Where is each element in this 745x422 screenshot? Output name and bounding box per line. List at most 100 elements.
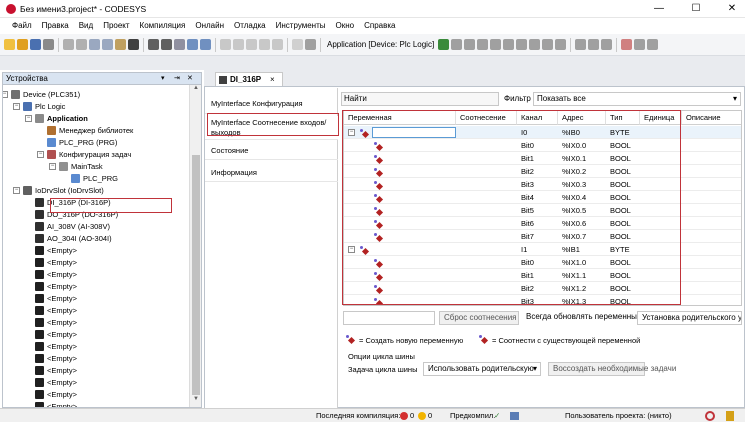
force-values-icon[interactable] — [588, 39, 600, 50]
replace-icon[interactable] — [161, 39, 172, 50]
run-to-cursor-icon[interactable] — [555, 39, 567, 50]
tree-node[interactable]: PLC_PRG — [3, 173, 189, 185]
paste-icon[interactable] — [115, 39, 126, 50]
tab-di-316p[interactable]: DI_316P × — [215, 72, 283, 86]
table-row[interactable]: Bit1 %IX1.1 BOOL — [344, 269, 741, 282]
device-tree-scrollbar[interactable]: ▲ ▼ — [189, 85, 201, 407]
tree-node[interactable]: <Empty> — [3, 269, 189, 281]
variable-mapping-icon[interactable] — [374, 233, 382, 241]
overwrite-icon[interactable] — [510, 412, 519, 420]
reset-mapping-button[interactable]: Сброс соотнесения — [439, 311, 519, 325]
tree-node[interactable]: DO_316P (DO-316P) — [3, 209, 189, 221]
table-row[interactable]: − I1 %IB1 BYTE — [344, 243, 741, 256]
tree-node[interactable]: <Empty> — [3, 257, 189, 269]
bookmark-icon[interactable] — [187, 39, 198, 50]
variable-mapping-icon[interactable] — [360, 129, 368, 137]
maximize-icon[interactable]: ☐ — [688, 2, 704, 16]
error-count[interactable]: 0 — [410, 409, 414, 422]
scroll-up-icon[interactable]: ▲ — [190, 85, 202, 95]
tree-node[interactable]: AO_304I (AO-304I) — [3, 233, 189, 245]
collapse-icon[interactable]: − — [3, 91, 8, 98]
table-row[interactable]: Bit6 %IX0.6 BOOL — [344, 217, 741, 230]
tree-node[interactable]: <Empty> — [3, 245, 189, 257]
table-row[interactable]: Bit0 %IX1.0 BOOL — [344, 256, 741, 269]
column-header[interactable]: Канал — [517, 111, 558, 125]
tree-node[interactable]: − Application — [3, 113, 189, 125]
table-row[interactable]: Bit3 %IX0.3 BOOL — [344, 178, 741, 191]
menu-edit[interactable]: Правка — [37, 18, 74, 34]
table-row[interactable]: Bit1 %IX0.1 BOOL — [344, 152, 741, 165]
create-tasks-button[interactable]: Воссоздать необходимые задачи — [548, 362, 676, 376]
filter-select[interactable]: Показать все ▾ — [533, 92, 741, 106]
print-icon[interactable] — [43, 39, 54, 50]
step-over-icon[interactable] — [516, 39, 528, 50]
tree-node[interactable]: − Конфигурация задач — [3, 149, 189, 161]
menu-online[interactable]: Онлайн — [190, 18, 229, 34]
more-icon-2[interactable] — [647, 39, 659, 50]
column-header[interactable]: Единица — [640, 111, 682, 125]
variable-name-input[interactable] — [372, 127, 456, 138]
bus-cycle-task-select[interactable]: Использовать родительскую ▾ — [423, 362, 541, 376]
column-header[interactable]: Тип — [606, 111, 640, 125]
table-row[interactable]: Bit7 %IX0.7 BOOL — [344, 230, 741, 243]
variable-mapping-icon[interactable] — [374, 285, 382, 293]
variable-mapping-icon[interactable] — [374, 142, 382, 150]
tree-node[interactable]: <Empty> — [3, 281, 189, 293]
scroll-down-icon[interactable]: ▼ — [190, 396, 202, 406]
variable-mapping-icon[interactable] — [374, 155, 382, 163]
open-icon[interactable] — [17, 39, 28, 50]
find-icon[interactable] — [148, 39, 159, 50]
logout-icon[interactable] — [451, 39, 463, 50]
cut-icon[interactable] — [89, 39, 100, 50]
variable-mapping-icon[interactable] — [374, 168, 382, 176]
table-row[interactable]: Bit2 %IX0.2 BOOL — [344, 165, 741, 178]
sfc-icon[interactable] — [621, 39, 633, 50]
menu-build[interactable]: Компиляция — [135, 18, 191, 34]
nav-io-mapping[interactable]: MyInterface Соотнесение входов/выходов — [205, 116, 338, 140]
scroll-thumb[interactable] — [192, 155, 200, 395]
tree-node[interactable]: − IoDrvSlot (IoDrvSlot) — [3, 185, 189, 197]
bookmark-next-icon[interactable] — [200, 39, 211, 50]
undo-icon[interactable] — [63, 39, 74, 50]
tree-node[interactable]: <Empty> — [3, 353, 189, 365]
variable-mapping-icon[interactable] — [374, 207, 382, 215]
start-icon[interactable] — [464, 39, 476, 50]
save-icon[interactable] — [30, 39, 41, 50]
pane-close-icon[interactable]: ✕ — [187, 73, 193, 85]
menu-help[interactable]: Справка — [359, 18, 400, 34]
find-input[interactable]: Найти — [341, 92, 499, 106]
write-values-icon[interactable] — [575, 39, 587, 50]
tree-node[interactable]: DI_316P (DI-316P) — [3, 197, 189, 209]
unforce-icon[interactable] — [601, 39, 613, 50]
menu-window[interactable]: Окно — [331, 18, 360, 34]
copy-icon[interactable] — [102, 39, 113, 50]
lock-icon[interactable] — [726, 411, 734, 421]
pin-icon[interactable]: ⇥ — [174, 73, 180, 85]
variable-mapping-icon[interactable] — [374, 298, 382, 305]
select-all-icon[interactable] — [174, 39, 185, 50]
variable-mapping-icon[interactable] — [374, 181, 382, 189]
nav-information[interactable]: Информация — [205, 164, 338, 182]
warning-count[interactable]: 0 — [428, 409, 432, 422]
insert-icon-4[interactable] — [259, 39, 270, 50]
insert-icon-1[interactable] — [220, 39, 231, 50]
step-into-icon[interactable] — [529, 39, 541, 50]
insert-icon-5[interactable] — [272, 39, 283, 50]
column-header[interactable]: Адрес — [558, 111, 606, 125]
menu-file[interactable]: Файл — [7, 18, 37, 34]
nav-interface-config[interactable]: MyInterface Конфигурация — [205, 96, 338, 114]
always-update-select[interactable]: Установка родительского уст — [637, 311, 742, 325]
nav-status[interactable]: Состояние — [205, 142, 338, 160]
always-update-label[interactable]: Всегда обновлять переменные — [522, 311, 641, 325]
reset-icon[interactable] — [490, 39, 502, 50]
tree-node[interactable]: − Plc Logic — [3, 101, 189, 113]
tree-node[interactable]: <Empty> — [3, 377, 189, 389]
tab-close-icon[interactable]: × — [270, 73, 275, 86]
tree-node[interactable]: − Device (PLC351) — [3, 89, 189, 101]
tree-node[interactable]: <Empty> — [3, 389, 189, 401]
menu-debug[interactable]: Отладка — [229, 18, 271, 34]
variable-mapping-icon[interactable] — [374, 194, 382, 202]
mapping-input[interactable] — [343, 311, 435, 325]
collapse-icon[interactable]: − — [37, 151, 44, 158]
insert-icon-2[interactable] — [233, 39, 244, 50]
